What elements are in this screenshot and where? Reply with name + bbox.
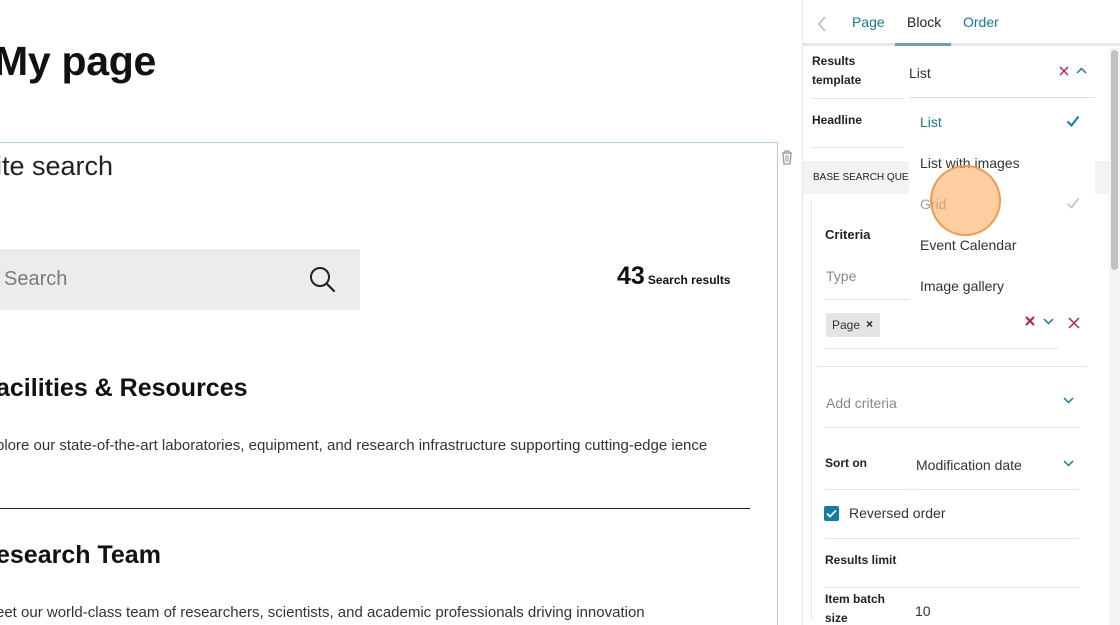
tab-order[interactable]: Order bbox=[963, 14, 999, 30]
option-grid[interactable]: Grid bbox=[909, 183, 1095, 224]
section-title: BASE SEARCH QUER bbox=[813, 172, 916, 183]
sort-on-select[interactable]: Modification date bbox=[916, 457, 1022, 473]
option-list-with-images[interactable]: List with images bbox=[909, 142, 1095, 183]
search-block-title: ite search bbox=[0, 151, 114, 181]
chevron-down-icon[interactable] bbox=[1043, 318, 1054, 325]
sort-on-label: Sort on bbox=[825, 456, 867, 470]
option-event-calendar[interactable]: Event Calendar bbox=[909, 224, 1095, 265]
result-title[interactable]: acilities & Resources bbox=[0, 374, 248, 403]
checkmark-icon bbox=[826, 509, 837, 518]
results-limit-label: Results limit bbox=[825, 553, 897, 567]
results-count: 43 Search results bbox=[617, 262, 731, 291]
option-label: Grid bbox=[920, 196, 947, 212]
field-divider bbox=[817, 366, 1087, 367]
results-template-select[interactable] bbox=[909, 49, 1095, 98]
chevron-down-icon[interactable] bbox=[1063, 397, 1074, 404]
option-list[interactable]: List bbox=[909, 101, 1095, 142]
option-label: Image gallery bbox=[920, 278, 1005, 294]
active-tab-indicator bbox=[895, 43, 951, 46]
search-icon[interactable] bbox=[306, 263, 338, 295]
clear-icon[interactable] bbox=[1025, 316, 1035, 326]
add-criteria-select[interactable]: Add criteria bbox=[826, 395, 897, 411]
field-divider bbox=[812, 98, 904, 99]
field-divider bbox=[812, 147, 904, 148]
field-divider bbox=[825, 299, 911, 300]
result-title[interactable]: esearch Team bbox=[0, 541, 161, 570]
field-divider bbox=[825, 348, 1058, 349]
page-title: My page bbox=[0, 38, 156, 84]
remove-criteria-icon[interactable] bbox=[1068, 317, 1080, 329]
tab-page[interactable]: Page bbox=[852, 14, 885, 30]
search-input[interactable] bbox=[4, 249, 294, 310]
check-icon bbox=[1066, 198, 1080, 209]
option-label: Event Calendar bbox=[920, 237, 1017, 253]
reversed-order-label: Reversed order bbox=[849, 505, 946, 521]
criteria-label: Criteria bbox=[825, 227, 871, 242]
chevron-up-icon[interactable] bbox=[1076, 67, 1087, 74]
chevron-left-icon[interactable] bbox=[815, 15, 829, 33]
results-template-input[interactable] bbox=[909, 63, 1039, 83]
option-label: List with images bbox=[920, 155, 1020, 171]
reversed-order-checkbox[interactable] bbox=[824, 506, 839, 521]
result-description: eet our world-class team of researchers,… bbox=[0, 604, 645, 621]
result-description: plore our state-of-the-art laboratories,… bbox=[0, 437, 708, 454]
field-divider bbox=[825, 427, 1079, 428]
results-template-options: List List with images Grid Event Calenda… bbox=[909, 99, 1095, 309]
headline-label: Headline bbox=[812, 113, 863, 127]
result-divider bbox=[0, 508, 750, 509]
type-label: Type bbox=[826, 268, 857, 284]
sidebar-tabs: Page Block Order bbox=[803, 0, 1120, 46]
field-divider bbox=[825, 489, 911, 490]
item-batch-size-input[interactable]: 10 bbox=[915, 603, 931, 619]
chip-remove-icon[interactable]: × bbox=[866, 317, 873, 331]
field-divider bbox=[913, 489, 1079, 490]
results-template-label: Results template bbox=[812, 54, 862, 87]
chevron-down-icon[interactable] bbox=[1063, 460, 1074, 467]
option-label: List bbox=[920, 114, 942, 130]
tab-block[interactable]: Block bbox=[907, 14, 941, 30]
search-box bbox=[0, 249, 360, 310]
type-chip: Page × bbox=[826, 313, 880, 337]
page-canvas: My page ite search 43Search results acil… bbox=[0, 0, 802, 625]
type-chip-label: Page bbox=[832, 318, 861, 332]
results-limit-input[interactable] bbox=[913, 587, 1079, 588]
option-image-gallery[interactable]: Image gallery bbox=[909, 265, 1095, 306]
check-icon bbox=[1066, 115, 1080, 127]
field-divider bbox=[825, 538, 1079, 539]
results-count-number: 43 bbox=[617, 262, 645, 290]
item-batch-size-label: Item batch size bbox=[825, 592, 886, 625]
trash-icon[interactable] bbox=[780, 149, 794, 165]
results-count-label: Search results bbox=[647, 273, 731, 287]
field-divider bbox=[825, 587, 911, 588]
clear-icon[interactable] bbox=[1059, 66, 1069, 76]
sidebar-scroll-thumb[interactable] bbox=[1111, 50, 1118, 270]
